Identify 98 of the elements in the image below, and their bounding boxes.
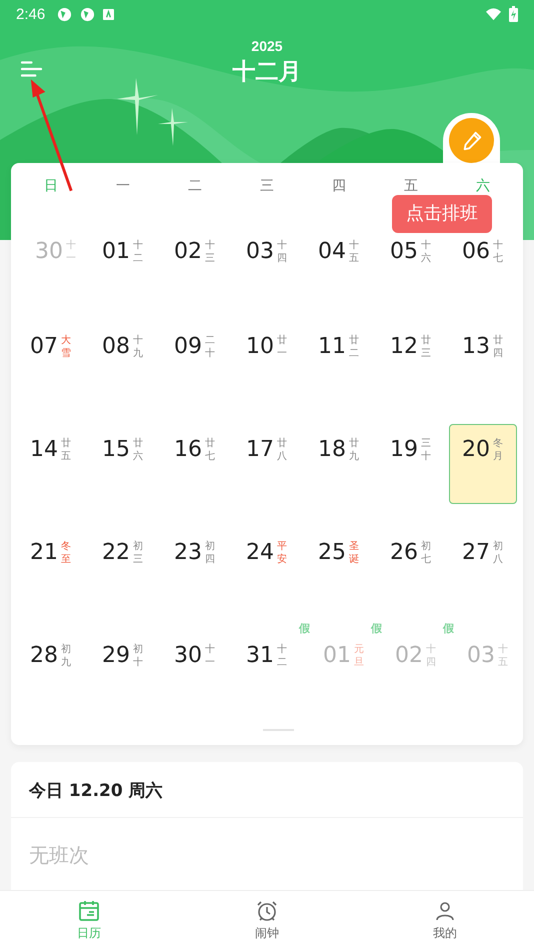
empty-text: 无班次: [28, 842, 90, 869]
person-icon: [433, 899, 457, 923]
holiday-label: 假: [443, 622, 454, 635]
day-number: 30: [35, 239, 63, 265]
weekday-label: 二: [187, 177, 203, 195]
day-number: 10: [246, 334, 274, 360]
year-label: 2025: [251, 38, 283, 54]
nav-tab[interactable]: 我的: [356, 891, 534, 950]
lunar-date: 二十: [205, 334, 216, 360]
day-number: 19: [390, 437, 418, 463]
lunar-date: 廿一: [277, 334, 288, 360]
day-number: 13: [462, 334, 490, 360]
lunar-date: 十四: [277, 239, 288, 265]
day-number: 01: [323, 643, 351, 669]
weekday-label: 五: [403, 177, 419, 195]
day-number: 29: [102, 643, 130, 669]
lunar-date: 十二: [133, 239, 144, 265]
day-number: 03: [467, 643, 495, 669]
holiday-label: 假: [299, 622, 310, 635]
day-number: 28: [30, 643, 58, 669]
lunar-date: 十六: [421, 239, 432, 265]
day-number: 07: [30, 334, 58, 360]
lunar-date: 圣诞: [349, 540, 360, 566]
month-title: 十二月: [232, 58, 302, 87]
day-number: 17: [246, 437, 274, 463]
day-number: 24: [246, 540, 274, 566]
lunar-date: 廿九: [349, 437, 360, 463]
lunar-date: 初四: [205, 540, 216, 566]
lunar-date: 初十: [133, 643, 144, 669]
lunar-date: 廿四: [493, 334, 504, 360]
day-number: 08: [102, 334, 130, 360]
weekday-label: 日: [43, 177, 59, 195]
lunar-date: 十四: [426, 643, 437, 669]
lunar-date: 十七: [493, 239, 504, 265]
lunar-date: 廿六: [133, 437, 144, 463]
lunar-date: 初三: [133, 540, 144, 566]
day-number: 30: [174, 643, 202, 669]
lunar-date: 十一: [66, 239, 77, 265]
lunar-date: 廿七: [205, 437, 216, 463]
weekday-label: 一: [115, 177, 131, 195]
day-number: 31: [246, 643, 274, 669]
day-number: 03: [246, 239, 274, 265]
day-number: 12: [390, 334, 418, 360]
weekday-label: 四: [331, 177, 347, 195]
lunar-date: 初九: [61, 643, 72, 669]
day-number: 04: [318, 239, 346, 265]
day-number: 01: [102, 239, 130, 265]
edit-button[interactable]: [449, 118, 494, 163]
lunar-date: 廿五: [61, 437, 72, 463]
day-number: 23: [174, 540, 202, 566]
day-number: 02: [174, 239, 202, 265]
day-number: 02: [395, 643, 423, 669]
lunar-date: 十三: [205, 239, 216, 265]
day-number: 21: [30, 540, 58, 566]
lunar-date: 十一: [205, 643, 216, 669]
lunar-date: 平安: [277, 540, 288, 566]
wifi-icon: [486, 6, 501, 22]
weekday-label: 六: [475, 177, 491, 195]
day-number: 25: [318, 540, 346, 566]
lunar-date: 十五: [349, 239, 360, 265]
lunar-date: 十二: [277, 643, 288, 669]
lunar-date: 廿八: [277, 437, 288, 463]
day-number: 18: [318, 437, 346, 463]
lunar-date: 三十: [421, 437, 432, 463]
lunar-date: 初八: [493, 540, 504, 566]
day-number: 05: [390, 239, 418, 265]
lunar-date: 十五: [498, 643, 509, 669]
lunar-date: 大雪: [61, 334, 72, 360]
day-number: 26: [390, 540, 418, 566]
lunar-date: 冬至: [61, 540, 72, 566]
lunar-date: 廿三: [421, 334, 432, 360]
nav-tab[interactable]: 闹钟: [178, 891, 356, 950]
lunar-date: 元旦: [354, 643, 365, 669]
day-number: 06: [462, 239, 490, 265]
keyboard-icon: [103, 8, 114, 20]
app-icon: [80, 6, 96, 22]
battery-icon: [509, 6, 518, 22]
menu-icon[interactable]: [20, 60, 43, 78]
lunar-date: 冬月: [493, 437, 504, 463]
lunar-date: 十九: [133, 334, 144, 360]
day-number: 14: [30, 437, 58, 463]
day-number: 11: [318, 334, 346, 360]
alarm-clock-icon: [255, 899, 279, 923]
calendar-icon: [77, 899, 101, 923]
weekday-label: 三: [259, 177, 275, 195]
day-number: 20: [462, 437, 490, 463]
day-number: 16: [174, 437, 202, 463]
lunar-date: 初七: [421, 540, 432, 566]
today-title: 今日 12.20 周六: [11, 762, 523, 818]
day-number: 09: [174, 334, 202, 360]
day-number: 27: [462, 540, 490, 566]
status-time: 2:46: [16, 6, 46, 22]
day-number: 22: [102, 540, 130, 566]
day-number: 15: [102, 437, 130, 463]
app-icon: [57, 6, 72, 22]
lunar-date: 廿二: [349, 334, 360, 360]
pencil-icon: [460, 130, 482, 152]
holiday-label: 假: [371, 622, 382, 635]
